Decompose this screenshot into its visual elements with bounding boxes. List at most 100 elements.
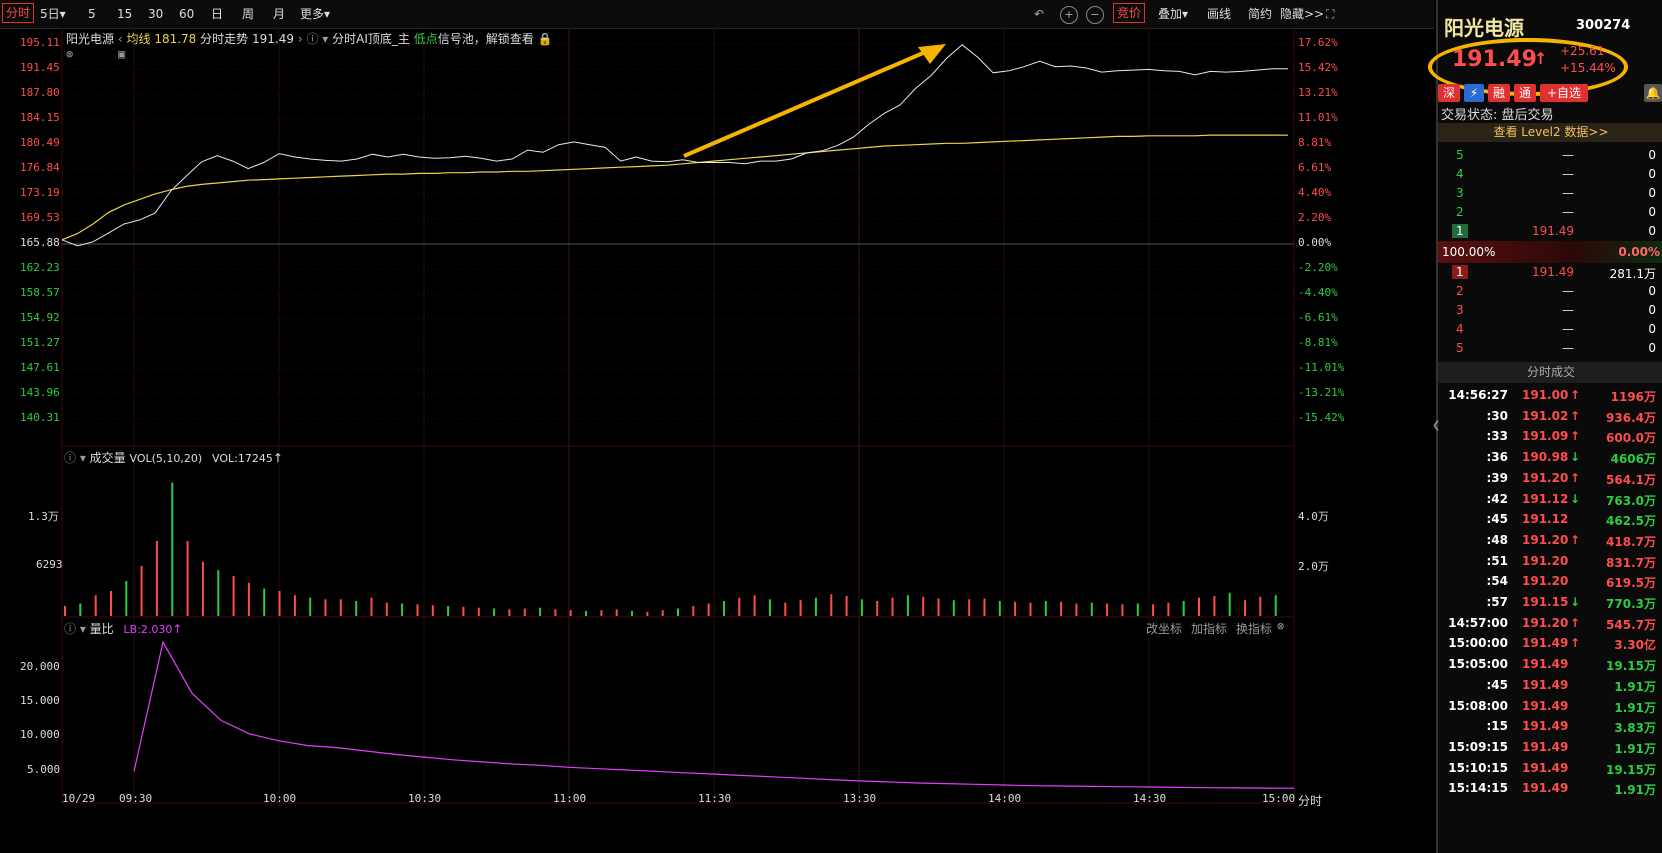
- volume-bar: [952, 600, 955, 616]
- tick-row: 15:08:00 191.49 1.91万: [1438, 697, 1662, 717]
- badge-shenzhen[interactable]: 深: [1438, 84, 1460, 102]
- volume-bar: [263, 588, 266, 616]
- ai-indicator-label[interactable]: 分时AI顶底_主: [332, 32, 410, 46]
- volume-bar: [876, 601, 879, 616]
- tick-time: 15:05:00: [1448, 657, 1508, 672]
- bid-row[interactable]: 4 — 0: [1438, 320, 1662, 340]
- tab-more[interactable]: 更多▾: [300, 5, 330, 23]
- add-watchlist-button[interactable]: +自选: [1540, 84, 1588, 102]
- hide-panel-button[interactable]: 隐藏>>: [1280, 5, 1324, 23]
- tab-30min[interactable]: 30: [148, 5, 163, 23]
- bid-row[interactable]: 2 — 0: [1438, 282, 1662, 302]
- tick-volume: 3.30亿: [1614, 638, 1656, 653]
- tab-month[interactable]: 月: [273, 5, 285, 23]
- badge-margin[interactable]: 融: [1488, 84, 1510, 102]
- overlay-menu[interactable]: 叠加▾: [1158, 5, 1188, 23]
- fullscreen-icon[interactable]: ⛶: [1326, 5, 1334, 23]
- tab-week[interactable]: 周: [242, 5, 254, 23]
- tick-volume: 1.91万: [1614, 700, 1656, 715]
- volume-bar: [508, 609, 511, 616]
- volume-bar: [431, 605, 434, 616]
- bid-volume: 0: [1648, 322, 1656, 336]
- tick-time: 15:14:15: [1448, 781, 1508, 796]
- bid-row[interactable]: 3 — 0: [1438, 301, 1662, 321]
- pct-tick: 17.62%: [1298, 36, 1338, 49]
- volume-bar: [692, 606, 695, 616]
- signal-pool-label[interactable]: 信号池，解锁查看: [438, 32, 534, 46]
- zoom-out-icon[interactable]: −: [1086, 6, 1104, 24]
- volume-bar: [370, 597, 373, 616]
- bid-volume: 0: [1648, 303, 1656, 317]
- change-axis-button[interactable]: 改坐标: [1146, 620, 1182, 637]
- tab-day[interactable]: 日: [211, 5, 223, 23]
- volume-right-tick-low: 2.0万: [1298, 560, 1329, 573]
- level2-link[interactable]: 查看 Level2 数据>>: [1438, 123, 1662, 142]
- volume-help-icon[interactable]: ⓘ ▾: [64, 451, 86, 465]
- price-tick: 169.53: [20, 211, 60, 224]
- draw-line-button[interactable]: 画线: [1207, 5, 1231, 23]
- time-label-1400: 14:00: [988, 792, 1022, 805]
- tick-price: 191.49: [1522, 657, 1569, 672]
- switch-indicator-button[interactable]: 换指标: [1236, 620, 1272, 637]
- tick-row: 15:10:15 191.49 19.15万: [1438, 759, 1662, 779]
- volume-bar: [232, 576, 235, 616]
- add-indicator-button[interactable]: 加指标: [1191, 620, 1227, 637]
- undo-icon[interactable]: ↶: [1034, 5, 1044, 23]
- tick-price: 191.49: [1522, 781, 1569, 796]
- volume-bar: [79, 603, 82, 616]
- pct-tick: -13.21%: [1298, 386, 1345, 399]
- ask-row[interactable]: 3 — 0: [1438, 184, 1662, 204]
- tab-15min[interactable]: 15: [117, 5, 132, 23]
- close-indicator-icon[interactable]: ⊗: [66, 47, 73, 61]
- tick-time: :36: [1486, 450, 1509, 465]
- volume-bar: [585, 611, 587, 616]
- bid-row[interactable]: 1 191.49 281.1万: [1438, 263, 1662, 283]
- simple-mode-button[interactable]: 简约: [1248, 5, 1272, 23]
- zoom-in-icon[interactable]: +: [1060, 6, 1078, 24]
- tick-price: 191.49: [1522, 636, 1569, 651]
- lightning-icon[interactable]: ⚡: [1464, 84, 1484, 102]
- price-tick: 195.11: [20, 36, 60, 49]
- volume-params: VOL(5,10,20): [129, 452, 203, 465]
- trend-value: 191.49: [252, 32, 294, 46]
- volume-bar: [906, 595, 909, 616]
- volume-bar: [186, 541, 189, 616]
- tick-time: :42: [1486, 491, 1509, 506]
- tick-row: 14:56:27 191.00 ↑ 1196万: [1438, 386, 1662, 406]
- volume-bar: [768, 599, 771, 616]
- auction-button[interactable]: 竞价: [1113, 3, 1146, 23]
- ask-row[interactable]: 2 — 0: [1438, 203, 1662, 223]
- bid-ask-ratio-bar: 100.00% 0.00%: [1438, 241, 1662, 263]
- tab-intraday[interactable]: 分时: [2, 3, 35, 23]
- ask-row[interactable]: 4 — 0: [1438, 165, 1662, 185]
- volume-bar: [385, 602, 388, 616]
- volume-bar: [922, 596, 925, 616]
- tab-5day[interactable]: 5日▾: [40, 5, 66, 23]
- help-icon[interactable]: ⓘ ▾: [306, 32, 328, 46]
- ask-row[interactable]: 5 — 0: [1438, 146, 1662, 166]
- volume-bar: [1182, 601, 1185, 616]
- bell-icon[interactable]: 🔔: [1644, 84, 1662, 102]
- tab-5min[interactable]: 5: [88, 5, 96, 23]
- collapse-panel-handle[interactable]: ❮: [1432, 420, 1440, 436]
- price-tick: 147.61: [20, 361, 60, 374]
- bid-price: —: [1562, 303, 1574, 317]
- bid-row[interactable]: 5 — 0: [1438, 339, 1662, 359]
- close-ratio-icon[interactable]: ⊗: [1277, 619, 1284, 633]
- price-tick: 176.84: [20, 161, 60, 174]
- pct-tick: 6.61%: [1298, 161, 1332, 174]
- tick-volume: 600.0万: [1606, 431, 1656, 446]
- ratio-tick-10: 10.000: [20, 728, 60, 741]
- lock-icon[interactable]: 🔒: [538, 32, 553, 46]
- time-label-1430: 14:30: [1133, 792, 1167, 805]
- badge-connect[interactable]: 通: [1514, 84, 1536, 102]
- trade-status: 交易状态: 盘后交易: [1441, 108, 1554, 123]
- tick-price: 191.20: [1522, 532, 1569, 547]
- tab-60min[interactable]: 60: [179, 5, 194, 23]
- ask-row[interactable]: 1 191.49 0: [1438, 222, 1662, 242]
- window-icon[interactable]: ▣: [118, 47, 125, 61]
- tick-row: 15:09:15 191.49 1.91万: [1438, 738, 1662, 758]
- ask-price: 191.49: [1532, 224, 1574, 238]
- ratio-help-icon[interactable]: ⓘ ▾: [64, 622, 86, 636]
- pct-tick: -15.42%: [1298, 411, 1345, 424]
